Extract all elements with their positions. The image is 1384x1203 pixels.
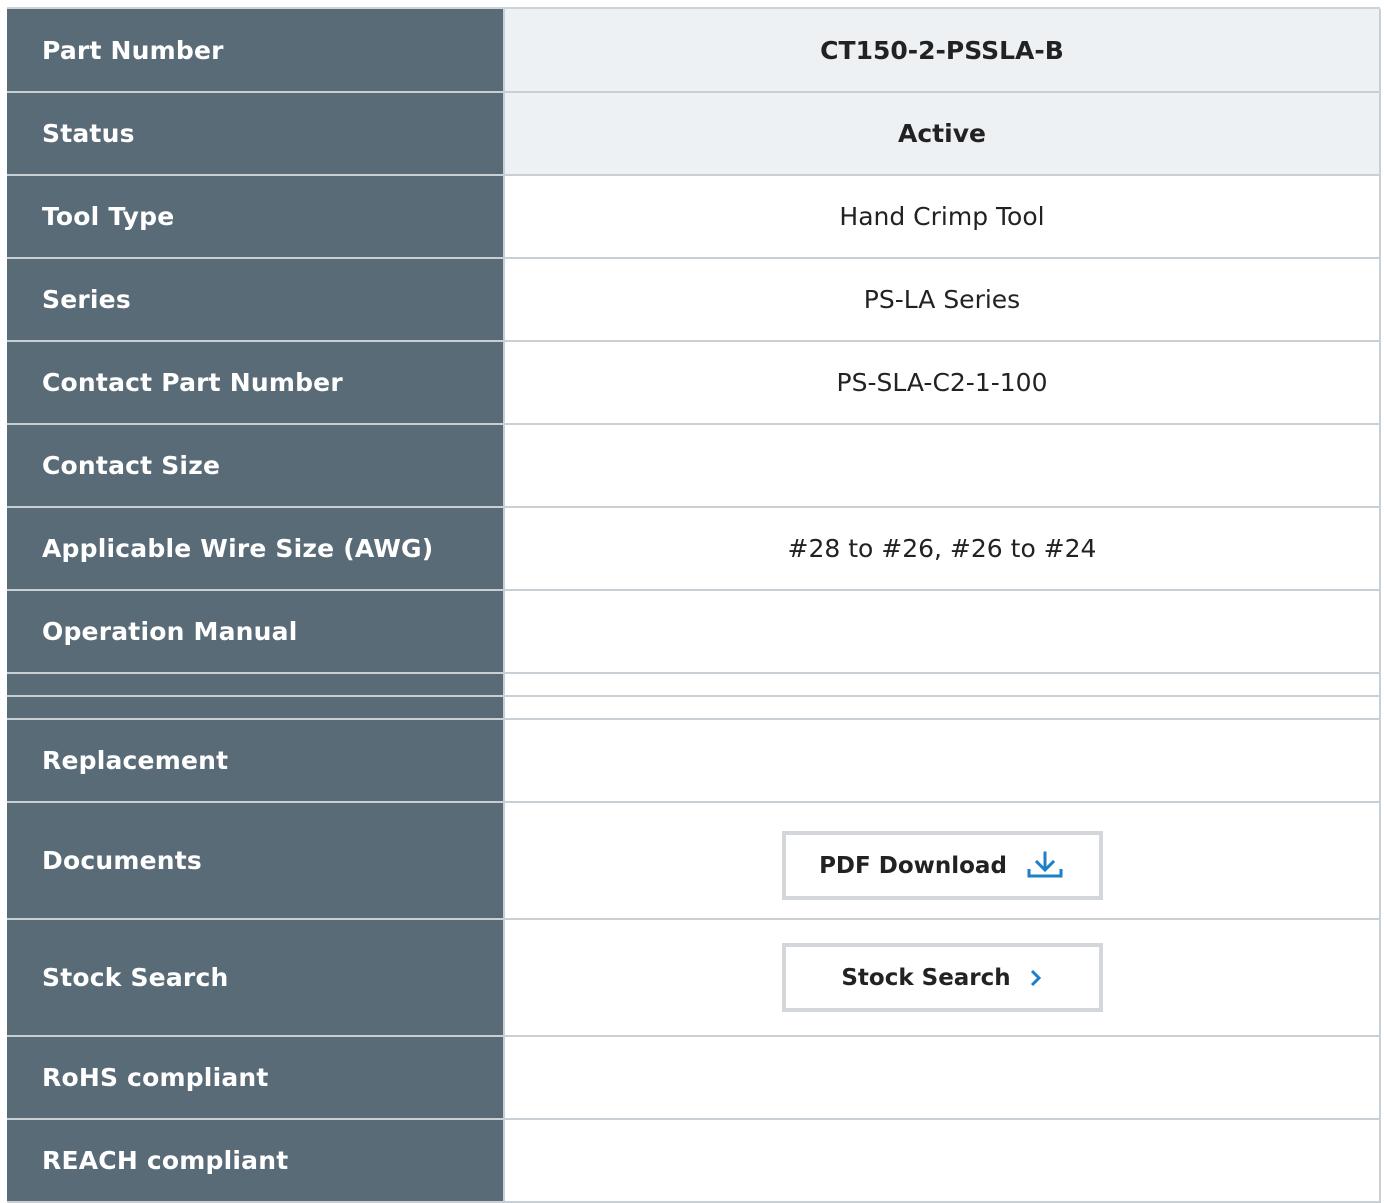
pdf-download-label: PDF Download (819, 852, 1007, 879)
value-tool-type: Hand Crimp Tool (504, 175, 1381, 259)
value-rohs (504, 1036, 1381, 1120)
row-documents: Documents PDF Download (7, 802, 1381, 920)
row-part-number: Part Number CT150-2-PSSLA-B (7, 9, 1381, 93)
value-operation-manual (504, 590, 1381, 674)
chevron-right-icon (1029, 968, 1043, 988)
value-part-number: CT150-2-PSSLA-B (504, 9, 1381, 93)
value-empty-2 (504, 696, 1381, 720)
label-empty-2 (7, 696, 505, 720)
row-empty-1 (7, 673, 1381, 697)
row-tool-type: Tool Type Hand Crimp Tool (7, 175, 1381, 259)
row-series: Series PS-LA Series (7, 258, 1381, 342)
stock-search-label: Stock Search (841, 964, 1011, 991)
value-contact-size (504, 424, 1381, 508)
value-contact-part-number: PS-SLA-C2-1-100 (504, 341, 1381, 425)
value-empty-1 (504, 673, 1381, 697)
row-stock-search: Stock Search Stock Search (7, 919, 1381, 1037)
row-reach: REACH compliant (7, 1119, 1381, 1203)
value-documents: PDF Download (504, 802, 1381, 920)
spec-table-container: Part Number CT150-2-PSSLA-B Status Activ… (7, 7, 1381, 1203)
label-rohs: RoHS compliant (7, 1036, 505, 1120)
pdf-download-button[interactable]: PDF Download (781, 831, 1103, 900)
value-stock-search: Stock Search (504, 919, 1381, 1037)
value-status: Active (504, 92, 1381, 176)
row-contact-part-number: Contact Part Number PS-SLA-C2-1-100 (7, 341, 1381, 425)
label-stock-search: Stock Search (7, 919, 505, 1037)
label-documents: Documents (7, 802, 505, 920)
label-tool-type: Tool Type (7, 175, 505, 259)
label-contact-part-number: Contact Part Number (7, 341, 505, 425)
label-series: Series (7, 258, 505, 342)
value-series: PS-LA Series (504, 258, 1381, 342)
label-reach: REACH compliant (7, 1119, 505, 1203)
row-empty-2 (7, 696, 1381, 720)
row-contact-size: Contact Size (7, 424, 1381, 508)
row-operation-manual: Operation Manual (7, 590, 1381, 674)
row-replacement: Replacement (7, 719, 1381, 803)
value-replacement (504, 719, 1381, 803)
row-wire-size: Applicable Wire Size (AWG) #28 to #26, #… (7, 507, 1381, 591)
stock-search-button[interactable]: Stock Search (781, 943, 1103, 1012)
value-wire-size: #28 to #26, #26 to #24 (504, 507, 1381, 591)
download-icon (1025, 851, 1065, 881)
label-operation-manual: Operation Manual (7, 590, 505, 674)
label-replacement: Replacement (7, 719, 505, 803)
row-status: Status Active (7, 92, 1381, 176)
spec-table: Part Number CT150-2-PSSLA-B Status Activ… (7, 9, 1381, 1203)
label-wire-size: Applicable Wire Size (AWG) (7, 507, 505, 591)
row-rohs: RoHS compliant (7, 1036, 1381, 1120)
label-empty-1 (7, 673, 505, 697)
label-contact-size: Contact Size (7, 424, 505, 508)
value-reach (504, 1119, 1381, 1203)
label-status: Status (7, 92, 505, 176)
label-part-number: Part Number (7, 9, 505, 93)
